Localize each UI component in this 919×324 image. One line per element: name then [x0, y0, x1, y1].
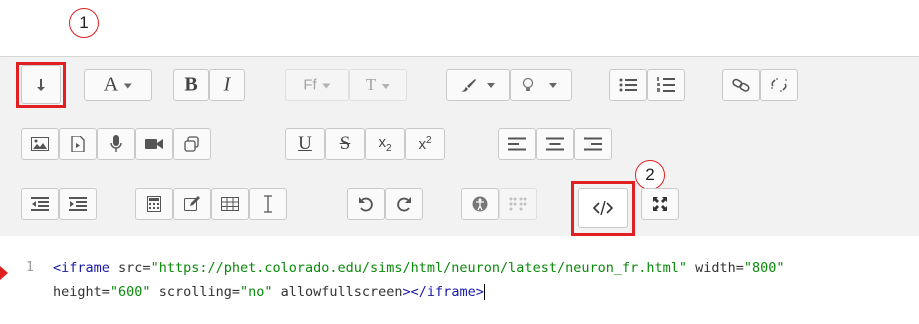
outdent-button[interactable] — [21, 188, 59, 220]
unordered-list-button[interactable] — [609, 69, 647, 101]
italic-label: I — [223, 73, 231, 96]
expand-icon — [653, 197, 667, 211]
step-marker-2: 2 — [635, 160, 665, 190]
insert-media-button[interactable] — [59, 128, 97, 160]
ordered-list-button[interactable] — [647, 69, 685, 101]
screenreader-helper-button[interactable] — [499, 188, 537, 220]
html-source-editor[interactable]: 1 <iframe src="https://phet.colorado.edu… — [0, 236, 919, 324]
strikethrough-label: S — [339, 133, 351, 154]
clear-formatting-button[interactable] — [249, 188, 287, 220]
code-value-src: "https://phet.colorado.edu/sims/html/neu… — [150, 260, 687, 276]
edit-icon — [184, 196, 200, 211]
subscript-label: x — [378, 134, 386, 151]
code-value-width: "800" — [743, 260, 785, 276]
highlight-box-2 — [571, 181, 635, 236]
italic-button[interactable]: I — [209, 69, 245, 101]
chevron-down-icon — [382, 83, 391, 89]
strikethrough-button[interactable]: S — [325, 128, 365, 160]
superscript-index: 2 — [425, 135, 432, 146]
code-attr-height: height= — [53, 284, 110, 300]
code-tag-open: <iframe — [53, 260, 110, 276]
outdent-icon — [31, 197, 49, 211]
indent-button[interactable] — [59, 188, 97, 220]
code-attr-scrolling: scrolling= — [158, 284, 240, 300]
align-left-icon — [508, 137, 526, 151]
arrow-marker-icon — [0, 266, 8, 280]
redo-button[interactable] — [385, 188, 423, 220]
calculator-icon — [147, 196, 161, 212]
chevron-down-icon — [322, 83, 331, 89]
superscript-button[interactable]: x2 — [405, 128, 445, 160]
indent-icon — [69, 197, 87, 211]
fullscreen-button[interactable] — [641, 188, 679, 220]
manage-files-button[interactable] — [173, 128, 211, 160]
table-icon — [221, 197, 239, 211]
bullet-list-icon — [619, 78, 637, 92]
chevron-down-icon — [124, 83, 133, 89]
special-characters-button[interactable] — [173, 188, 211, 220]
text-cursor-icon — [264, 195, 272, 213]
files-icon — [184, 136, 199, 152]
link-button[interactable] — [722, 69, 760, 101]
microphone-icon — [110, 135, 122, 152]
text-size-label: T — [365, 75, 377, 94]
code-attr-allowfullscreen: allowfullscreen — [280, 284, 403, 300]
link-icon — [732, 78, 750, 92]
unlink-icon — [771, 78, 787, 92]
text-color-button[interactable] — [446, 69, 510, 101]
equation-editor-button[interactable] — [135, 188, 173, 220]
font-size-button[interactable]: A — [84, 69, 152, 101]
bold-label: B — [184, 73, 198, 96]
line-number: 1 — [26, 260, 34, 275]
superscript-label: x — [418, 136, 426, 153]
underline-button[interactable]: U — [285, 128, 325, 160]
insert-image-button[interactable] — [21, 128, 59, 160]
code-attr-width: width= — [695, 260, 744, 276]
image-icon — [31, 137, 49, 151]
align-center-button[interactable] — [536, 128, 574, 160]
code-value-scrolling: "no" — [239, 284, 273, 300]
subscript-index: 2 — [385, 143, 392, 154]
lightbulb-icon — [522, 77, 557, 91]
font-family-button[interactable]: Ff — [285, 69, 349, 101]
step-marker-1: 1 — [69, 8, 99, 38]
record-audio-button[interactable] — [97, 128, 135, 160]
media-file-icon — [71, 136, 85, 152]
numbered-list-icon — [657, 77, 675, 92]
video-camera-icon — [145, 139, 163, 149]
accessibility-checker-button[interactable] — [461, 188, 499, 220]
align-right-icon — [584, 137, 602, 151]
font-size-label: A — [103, 73, 119, 96]
source-code[interactable]: <iframe src="https://phet.colorado.edu/s… — [53, 256, 919, 304]
text-cursor — [483, 284, 485, 300]
table-button[interactable] — [211, 188, 249, 220]
paintbrush-icon — [461, 79, 495, 92]
align-center-icon — [546, 137, 564, 151]
record-video-button[interactable] — [135, 128, 173, 160]
highlight-button[interactable] — [510, 69, 572, 101]
undo-icon — [359, 197, 373, 212]
subscript-button[interactable]: x2 — [365, 128, 405, 160]
editor-toolbar: A B I Ff T U S x2 x2 2 — [0, 56, 919, 238]
align-left-button[interactable] — [498, 128, 536, 160]
braille-icon — [509, 197, 527, 211]
redo-icon — [397, 197, 411, 212]
code-tag-close: ></iframe> — [402, 284, 484, 300]
underline-label: U — [298, 133, 312, 154]
highlight-box-1 — [16, 62, 66, 108]
code-attr-src: src= — [118, 260, 151, 276]
bold-button[interactable]: B — [173, 69, 209, 101]
font-family-label: Ff — [303, 76, 317, 94]
accessibility-icon — [472, 196, 488, 212]
unlink-button[interactable] — [760, 69, 798, 101]
undo-button[interactable] — [347, 188, 385, 220]
align-right-button[interactable] — [574, 128, 612, 160]
code-value-height: "600" — [109, 284, 151, 300]
text-size-button[interactable]: T — [349, 69, 407, 101]
